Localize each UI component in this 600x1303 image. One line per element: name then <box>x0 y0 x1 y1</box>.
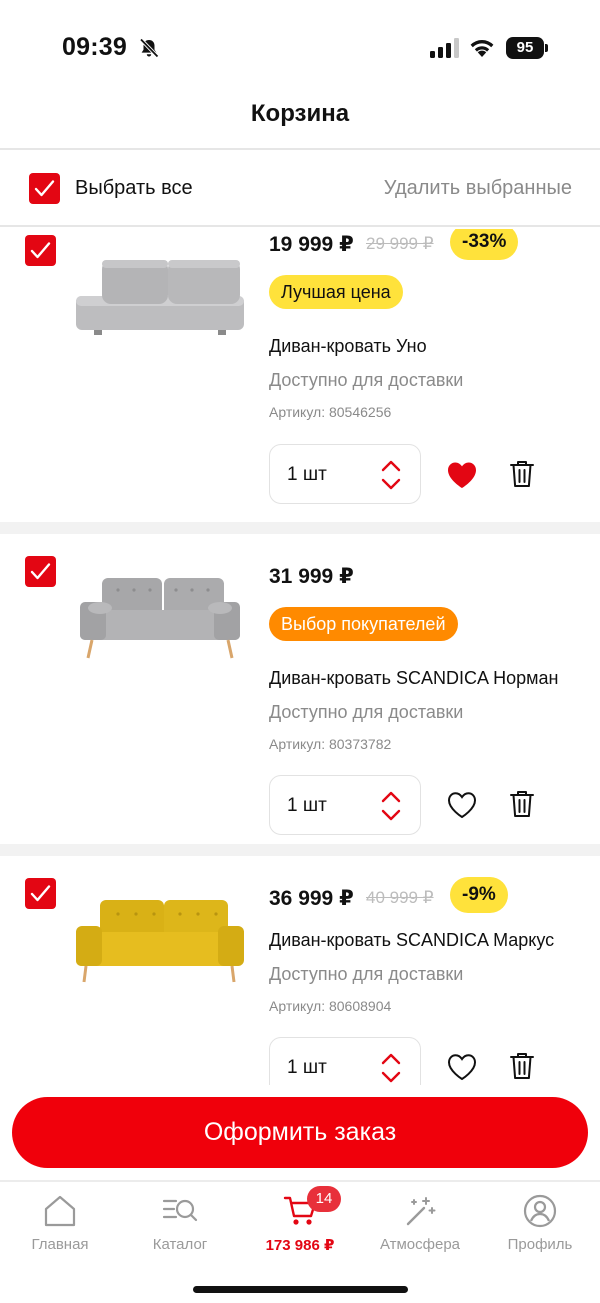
nav-item-atmosphere[interactable]: Атмосфера <box>360 1182 480 1262</box>
quantity-value: 1 шт <box>287 464 327 485</box>
item-checkbox[interactable] <box>25 235 56 266</box>
item-checkbox[interactable] <box>25 878 56 909</box>
best-price-badge: Лучшая цена <box>269 275 403 309</box>
up-down-chevron-icon[interactable] <box>380 459 402 491</box>
item-separator <box>0 844 600 856</box>
cart-count-badge: 14 <box>307 1186 341 1212</box>
checkmark-icon <box>30 563 51 580</box>
status-bar: 09:39 95 <box>0 0 600 96</box>
trash-icon[interactable] <box>509 789 535 819</box>
nav-item-profile[interactable]: Профиль <box>480 1182 600 1262</box>
heart-outline-icon[interactable] <box>446 790 478 820</box>
item-separator <box>0 522 600 534</box>
item-old-price: 29 999 ₽ <box>366 234 434 253</box>
status-time: 09:39 <box>62 33 127 61</box>
quantity-selector[interactable]: 1 шт <box>269 444 421 504</box>
checkmark-icon <box>30 885 51 902</box>
cart-item: 19 999 ₽ 29 999 ₽ -33% Лучшая цена Диван… <box>0 229 600 522</box>
cart-item: 36 999 ₽ 40 999 ₽ -9% Диван-кровать SCAN… <box>0 856 600 1085</box>
up-down-chevron-icon[interactable] <box>380 1052 402 1084</box>
product-image-sofa[interactable] <box>72 242 248 342</box>
bottom-nav: Главная Каталог 14 173 986 ₽ Атмосфера П… <box>0 1180 600 1303</box>
battery-tip <box>545 44 548 52</box>
item-checkbox[interactable] <box>25 556 56 587</box>
nav-label-profile: Профиль <box>507 1236 573 1253</box>
battery-level: 95 <box>506 37 544 59</box>
delete-selected-button[interactable]: Удалить выбранные <box>384 177 572 200</box>
product-image-sofa[interactable] <box>72 886 248 986</box>
page-title: Корзина <box>250 100 350 127</box>
nav-label-cart-total: 173 986 ₽ <box>265 1237 335 1254</box>
up-down-chevron-icon[interactable] <box>380 790 402 822</box>
bell-muted-icon <box>139 38 159 58</box>
select-all-label[interactable]: Выбрать все <box>75 177 193 200</box>
item-name[interactable]: Диван-кровать Уно <box>269 336 427 357</box>
item-sku: Артикул: 80373782 <box>269 736 392 752</box>
discount-badge: -9% <box>450 877 508 913</box>
magic-wand-icon <box>406 1197 436 1226</box>
trash-icon[interactable] <box>509 459 535 489</box>
item-sku: Артикул: 80608904 <box>269 998 392 1014</box>
item-price: 31 999 ₽ <box>269 565 354 588</box>
signal-icon <box>430 38 459 58</box>
checkmark-icon <box>34 180 55 197</box>
quantity-selector[interactable]: 1 шт <box>269 1037 421 1085</box>
item-name[interactable]: Диван-кровать SCANDICA Маркус <box>269 930 554 951</box>
discount-badge: -33% <box>450 229 519 260</box>
battery-indicator: 95 <box>506 37 548 59</box>
home-icon <box>44 1195 76 1227</box>
item-sku: Артикул: 80546256 <box>269 404 392 420</box>
nav-item-cart[interactable]: 14 173 986 ₽ <box>240 1182 360 1262</box>
product-image-sofa[interactable] <box>72 562 248 662</box>
checkout-button[interactable]: Оформить заказ <box>12 1097 588 1168</box>
home-indicator <box>193 1286 408 1293</box>
item-availability: Доступно для доставки <box>269 370 464 390</box>
profile-icon <box>523 1194 557 1228</box>
quantity-value: 1 шт <box>287 1057 327 1078</box>
nav-item-home[interactable]: Главная <box>0 1182 120 1262</box>
item-old-price: 40 999 ₽ <box>366 888 434 907</box>
checkmark-icon <box>30 242 51 259</box>
item-price: 19 999 ₽ <box>269 233 354 256</box>
heart-filled-icon[interactable] <box>446 460 478 490</box>
select-all-checkbox[interactable] <box>29 173 60 204</box>
nav-label-atmosphere: Атмосфера <box>379 1236 461 1253</box>
item-availability: Доступно для доставки <box>269 964 464 984</box>
item-availability: Доступно для доставки <box>269 702 464 722</box>
item-price: 36 999 ₽ <box>269 887 354 910</box>
wifi-icon <box>470 40 494 57</box>
customer-choice-badge: Выбор покупателей <box>269 607 458 641</box>
item-name[interactable]: Диван-кровать SCANDICA Норман <box>269 668 558 689</box>
nav-item-catalog[interactable]: Каталог <box>120 1182 240 1262</box>
catalog-search-icon <box>162 1199 198 1222</box>
nav-label-home: Главная <box>31 1236 89 1253</box>
nav-label-catalog: Каталог <box>152 1236 208 1253</box>
cart-list[interactable]: 19 999 ₽ 29 999 ₽ -33% Лучшая цена Диван… <box>0 229 600 1085</box>
quantity-selector[interactable]: 1 шт <box>269 775 421 835</box>
trash-icon[interactable] <box>509 1051 535 1081</box>
heart-outline-icon[interactable] <box>446 1052 478 1082</box>
quantity-value: 1 шт <box>287 795 327 816</box>
cart-item: 31 999 ₽ Выбор покупателей Диван-кровать… <box>0 534 600 844</box>
